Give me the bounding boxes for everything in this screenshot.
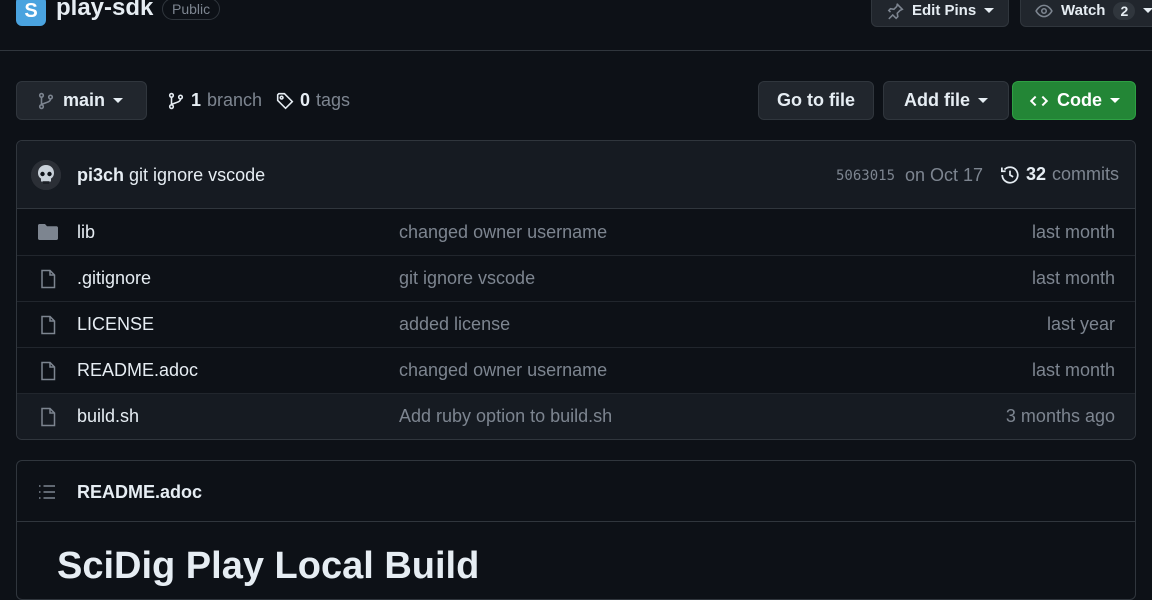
readme-panel: README.adoc SciDig Play Local Build <box>16 460 1136 600</box>
watch-label: Watch <box>1061 2 1106 19</box>
commit-author[interactable]: pi3ch <box>77 165 124 185</box>
tags-link[interactable]: 0 tags <box>276 90 350 111</box>
chevron-down-icon <box>1143 8 1152 13</box>
chevron-down-icon <box>984 8 995 13</box>
repo-name-link[interactable]: play-sdk <box>56 0 153 22</box>
file-browser: pi3ch git ignore vscode 5063015 on Oct 1… <box>16 140 1136 440</box>
file-commit-message[interactable]: git ignore vscode <box>399 268 535 289</box>
go-to-file-label: Go to file <box>777 90 855 110</box>
file-name[interactable]: build.sh <box>77 406 139 427</box>
watch-button[interactable]: Watch 2 <box>1020 0 1152 27</box>
branch-count: 1 <box>191 90 202 110</box>
latest-commit-bar: pi3ch git ignore vscode 5063015 on Oct 1… <box>17 141 1135 209</box>
add-file-button[interactable]: Add file <box>883 81 1009 120</box>
folder-icon <box>37 222 59 242</box>
commit-count: 32 <box>1026 164 1047 184</box>
file-icon <box>37 269 59 289</box>
file-icon <box>37 361 59 381</box>
skull-avatar-icon <box>31 160 61 190</box>
file-name[interactable]: README.adoc <box>77 360 198 381</box>
avatar-letter: S <box>24 0 38 22</box>
branch-label: branch <box>207 90 263 110</box>
file-commit-time: last month <box>1031 221 1115 242</box>
watch-count: 2 <box>1113 1 1136 20</box>
pin-icon <box>886 2 904 20</box>
file-row[interactable]: README.adoc changed owner username last … <box>17 347 1135 393</box>
edit-pins-label: Edit Pins <box>912 2 977 19</box>
visibility-badge: Public <box>162 0 221 20</box>
history-icon <box>1000 165 1020 185</box>
tag-label: tags <box>316 90 351 110</box>
file-name[interactable]: lib <box>77 222 95 243</box>
repo-owner-avatar[interactable]: S <box>16 0 46 26</box>
file-row[interactable]: build.sh Add ruby option to build.sh 3 m… <box>17 393 1135 439</box>
file-commit-message[interactable]: Add ruby option to build.sh <box>399 406 612 427</box>
tag-icon <box>276 92 294 110</box>
eye-icon <box>1035 2 1053 20</box>
file-name[interactable]: LICENSE <box>77 314 154 335</box>
chevron-down-icon <box>113 98 124 103</box>
git-branch-icon <box>167 92 185 110</box>
git-branch-icon <box>37 92 55 110</box>
readme-heading: SciDig Play Local Build <box>57 545 480 587</box>
commits-link[interactable]: 32 commits <box>1000 164 1119 185</box>
code-label: Code <box>1057 90 1102 110</box>
commit-summary: pi3ch git ignore vscode <box>77 165 265 186</box>
file-commit-time: last month <box>1031 268 1115 288</box>
readme-header: README.adoc <box>17 461 1135 522</box>
header-divider <box>0 50 1152 51</box>
file-icon <box>37 315 59 335</box>
commit-hash[interactable]: 5063015 <box>836 168 895 184</box>
file-commit-time: last year <box>1046 314 1115 334</box>
commits-label: commits <box>1052 164 1120 184</box>
file-commit-message[interactable]: added license <box>399 314 510 335</box>
file-commit-time: 3 months ago <box>1005 406 1115 426</box>
edit-pins-button[interactable]: Edit Pins <box>871 0 1010 27</box>
branch-selector[interactable]: main <box>16 81 147 120</box>
file-row[interactable]: lib changed owner username last month <box>17 209 1135 255</box>
chevron-down-icon <box>978 98 988 103</box>
file-row[interactable]: LICENSE added license last year <box>17 301 1135 347</box>
file-commit-time: last month <box>1031 360 1115 380</box>
commit-message[interactable]: git ignore vscode <box>129 165 265 185</box>
code-icon <box>1029 92 1049 110</box>
readme-filename: README.adoc <box>77 482 203 502</box>
commit-date: on Oct 17 <box>905 165 984 185</box>
add-file-label: Add file <box>904 90 970 110</box>
go-to-file-button[interactable]: Go to file <box>758 81 874 120</box>
branch-name: main <box>63 90 106 110</box>
file-commit-message[interactable]: changed owner username <box>399 360 607 381</box>
file-icon <box>37 407 59 427</box>
file-row[interactable]: .gitignore git ignore vscode last month <box>17 255 1135 301</box>
chevron-down-icon <box>1110 98 1120 103</box>
tag-count: 0 <box>300 90 311 110</box>
list-icon[interactable] <box>37 483 57 501</box>
code-button[interactable]: Code <box>1012 81 1136 120</box>
file-name[interactable]: .gitignore <box>77 268 151 289</box>
file-commit-message[interactable]: changed owner username <box>399 222 607 243</box>
author-avatar[interactable] <box>31 160 61 190</box>
branches-link[interactable]: 1 branch <box>167 90 262 111</box>
